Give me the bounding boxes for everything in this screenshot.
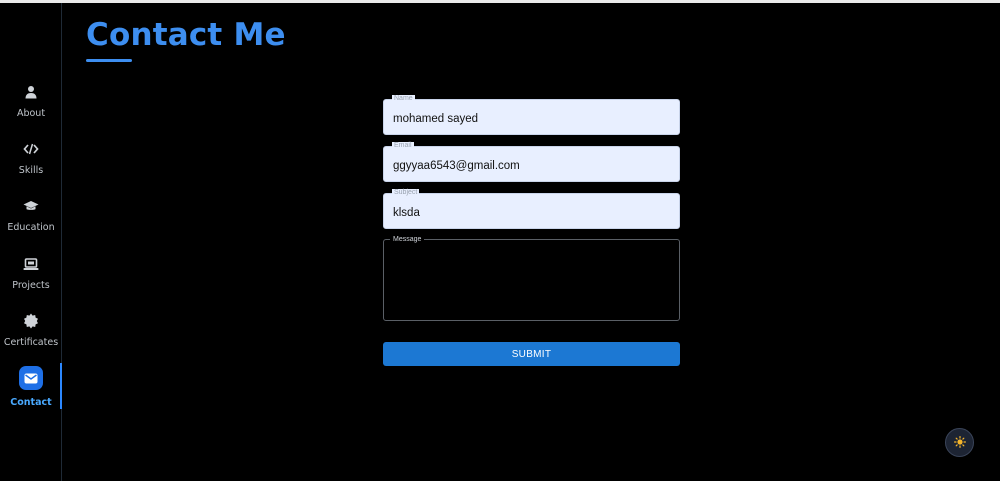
person-icon (22, 83, 40, 101)
sun-icon (953, 433, 966, 452)
sidebar-item-projects[interactable]: Projects (0, 255, 62, 307)
active-indicator (60, 363, 62, 409)
sidebar-item-label: About (16, 108, 46, 119)
sidebar-item-contact[interactable]: Contact (0, 366, 62, 421)
sidebar-item-skills[interactable]: Skills (0, 140, 62, 192)
email-input[interactable] (384, 147, 679, 181)
envelope-icon (19, 366, 43, 390)
email-field: Email (383, 142, 680, 182)
theme-toggle-button[interactable] (945, 428, 974, 457)
name-input[interactable] (384, 100, 679, 134)
title-underline (86, 59, 132, 62)
browser-top-edge (0, 0, 1000, 3)
sidebar-item-certificates[interactable]: Certificates (0, 312, 62, 364)
sidebar-item-label: Certificates (3, 337, 59, 348)
subject-field: Subject (383, 189, 680, 229)
sidebar-item-label: Projects (12, 280, 50, 291)
message-textarea[interactable] (384, 240, 679, 320)
message-field: Message (383, 235, 680, 321)
certificate-badge-icon (22, 312, 40, 330)
code-icon (22, 140, 40, 158)
sidebar-nav: About Skills Education Projects Certific… (0, 3, 62, 481)
sidebar-item-education[interactable]: Education (0, 197, 62, 249)
subject-input[interactable] (384, 194, 679, 228)
page-title: Contact Me (86, 17, 286, 53)
sidebar-item-label: Skills (18, 165, 44, 176)
sidebar-item-about[interactable]: About (0, 83, 62, 135)
submit-button[interactable]: SUBMIT (383, 342, 680, 366)
sidebar-item-label: Education (7, 222, 55, 233)
graduation-cap-icon (22, 197, 40, 215)
name-field: Name (383, 95, 680, 135)
message-field-label: Message (390, 235, 425, 244)
laptop-icon (22, 255, 40, 273)
sidebar-item-label: Contact (10, 397, 52, 408)
